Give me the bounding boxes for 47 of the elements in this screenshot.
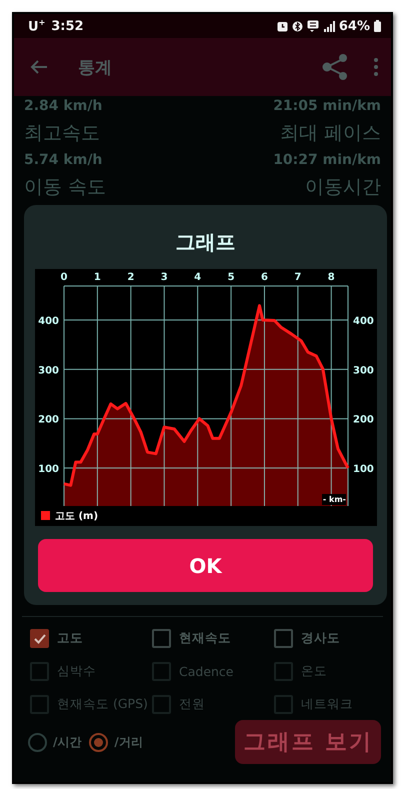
stat-label: 이동시간 <box>305 175 381 200</box>
share-icon[interactable] <box>321 53 349 81</box>
bluetooth-icon <box>292 20 303 32</box>
x-tick-label: 2 <box>126 272 134 283</box>
x-tick-label: 4 <box>194 272 201 283</box>
screen-title: 통계 <box>78 56 112 78</box>
checkmark-icon <box>34 634 46 644</box>
stat-label: 최대 페이스 <box>280 121 381 146</box>
y-tick-label: 400 <box>38 316 58 328</box>
y-tick-label: 300 <box>352 365 374 376</box>
x-tick-label: 0 <box>60 272 67 283</box>
show-graph-button[interactable]: 그래프 보기 <box>235 720 381 764</box>
status-time: 3:52 <box>51 18 84 34</box>
y-tick-label: 100 <box>38 464 58 476</box>
x-tick-label: 1 <box>93 272 100 283</box>
battery-percent: 64% <box>338 18 370 34</box>
stat-label: 이동 속도 <box>24 175 106 200</box>
back-arrow-icon[interactable] <box>30 59 48 75</box>
stat-value: 2.84 km/h <box>24 98 102 114</box>
option-checkbox[interactable]: 경사도 <box>274 629 391 648</box>
axis-radio[interactable]: /거리 <box>89 732 143 752</box>
ok-button[interactable]: OK <box>38 539 373 592</box>
y-tick-label: 200 <box>352 414 374 426</box>
x-tick-label: 8 <box>327 272 334 283</box>
legend-label: 고도 (m) <box>54 511 98 522</box>
option-checkbox[interactable]: 현재속도 <box>152 629 274 648</box>
x-tick-label: 7 <box>294 272 301 283</box>
more-icon[interactable] <box>373 57 379 77</box>
alarm-icon <box>276 20 288 32</box>
axis-radio[interactable]: /시간 <box>28 732 82 752</box>
x-tick-label: 3 <box>160 272 168 283</box>
y-tick-label: 100 <box>352 464 374 476</box>
stat-label: 최고속도 <box>24 121 100 146</box>
y-tick-label: 300 <box>38 365 58 376</box>
x-tick-label: 6 <box>260 272 268 283</box>
option-checkbox[interactable]: 고도 <box>30 629 152 648</box>
stat-value: 5.74 km/h <box>24 152 102 168</box>
battery-icon <box>374 20 381 32</box>
y-tick-label: 400 <box>352 316 374 328</box>
signal-icon <box>322 20 335 32</box>
x-axis-label: - km- <box>322 495 346 504</box>
x-tick-label: 5 <box>227 272 234 283</box>
y-tick-label: 200 <box>38 414 58 426</box>
carrier-label: U$^{+}$ <box>28 18 46 34</box>
stat-value: 10:27 min/km <box>273 152 381 168</box>
dialog-title: 그래프 <box>176 229 236 256</box>
stat-value: 21:05 min/km <box>273 98 381 114</box>
